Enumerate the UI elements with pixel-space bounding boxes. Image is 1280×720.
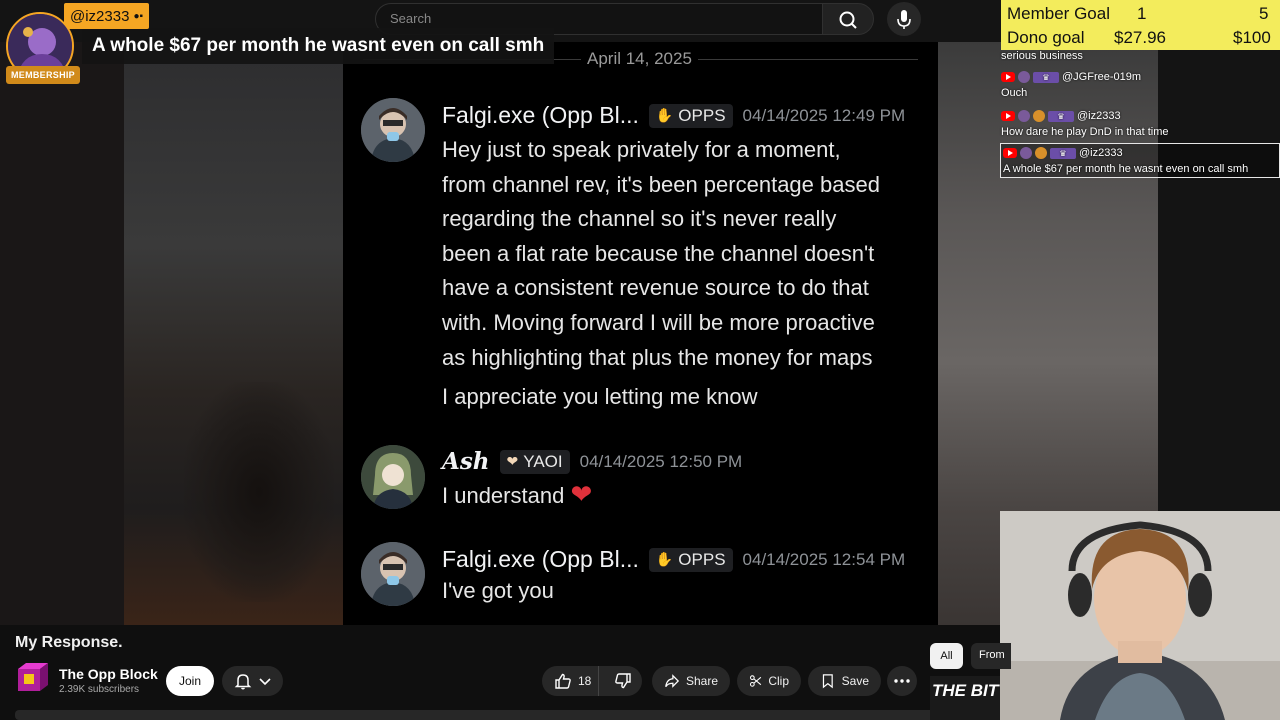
like-button[interactable]: 18 [542, 666, 599, 696]
member-badge-icon: ♛ [1033, 71, 1059, 83]
avatar [1020, 147, 1032, 159]
youtube-icon [1003, 148, 1017, 158]
like-count: 18 [578, 674, 592, 688]
member-goal-target: 5 [1259, 4, 1269, 23]
thumbnail-text: THE BITTER [932, 681, 1000, 700]
avatar [361, 445, 425, 509]
youtube-icon [1001, 72, 1015, 82]
chat-username: @iz2333 [1077, 110, 1121, 122]
membership-icon [1035, 147, 1047, 159]
chat-message: serious business [1001, 50, 1083, 62]
share-icon [665, 674, 680, 688]
join-button[interactable]: Join [166, 666, 214, 696]
search-icon [839, 11, 857, 29]
role-tag: ✋ OPPS [648, 547, 733, 572]
dono-goal-current: $27.96 [1114, 28, 1166, 47]
blurred-background-left [124, 42, 344, 625]
related-video-thumbnail[interactable]: THE BITTER [930, 676, 1000, 720]
member-goal: Member Goal 1 5 [1007, 2, 1274, 26]
member-goal-current: 1 [1137, 4, 1147, 23]
like-dislike-group: 18 [542, 666, 642, 696]
voice-search-button[interactable] [887, 2, 921, 36]
webcam-feed [1000, 511, 1280, 720]
chat-message: ♛ @iz2333 How dare he play DnD in that t… [1000, 109, 1280, 138]
badge-icons: ●▪ [133, 10, 144, 22]
avatar [1018, 110, 1030, 122]
search-button[interactable] [822, 3, 874, 35]
video-left-edge [0, 42, 124, 625]
youtube-icon [1001, 111, 1015, 121]
more-actions-button[interactable] [887, 666, 917, 696]
message-body: Hey just to speak privately for a moment… [442, 137, 880, 410]
member-badge-icon: ♛ [1048, 110, 1074, 122]
dono-goal-label: Dono goal [1007, 28, 1085, 47]
avatar [361, 98, 425, 162]
chat-overlay: serious business ♛ @JGFree-019m Ouch ♛ @… [1000, 50, 1280, 190]
avatar [1018, 71, 1030, 83]
bell-icon [234, 674, 251, 690]
chat-username: @iz2333 [1079, 147, 1123, 159]
bookmark-icon [822, 674, 833, 689]
chat-text: A whole $67 per month he wasnt even on c… [1003, 163, 1249, 175]
video-info: My Response. The Opp Block 2.39K subscri… [0, 625, 1000, 720]
heart-emoji-icon: ❤ [570, 479, 593, 509]
message-author: Falgi.exe (Opp Bl... [442, 102, 639, 128]
notifications-button[interactable] [222, 666, 283, 696]
role-icon: ✋ [655, 551, 674, 567]
dono-goal-target: $100 [1233, 28, 1271, 47]
microphone-icon [897, 10, 911, 29]
membership-badge: MEMBERSHIP [6, 66, 80, 84]
channel-avatar[interactable] [16, 663, 48, 695]
role-icon: ✋ [655, 107, 674, 123]
member-goal-label: Member Goal [1007, 4, 1110, 23]
thumbs-up-icon [555, 673, 571, 689]
alert-username: @iz2333 ●▪ [64, 3, 150, 29]
role-tag: ❤ YAOI [499, 449, 570, 474]
channel-name[interactable]: The Opp Block [59, 666, 158, 682]
message-body: I've got you [442, 578, 554, 603]
date-divider-label: April 14, 2025 [581, 49, 698, 69]
clip-button[interactable]: Clip [737, 666, 801, 696]
search-placeholder: Search [390, 11, 432, 26]
scissors-icon [749, 675, 762, 687]
chat-text: Ouch [1001, 87, 1028, 99]
share-button[interactable]: Share [652, 666, 730, 696]
heart-icon: ❤ [506, 453, 519, 469]
subscriber-count: 2.39K subscribers [59, 684, 140, 695]
message-timestamp: 04/14/2025 12:50 PM [579, 451, 743, 471]
more-horizontal-icon [894, 679, 910, 683]
discord-screenshot: April 14, 2025 Falgi.exe (Opp Bl... ✋ OPP… [343, 42, 938, 625]
goals-panel: Member Goal 1 5 Dono goal $27.96 $100 [1001, 0, 1280, 50]
chat-message: ♛ @JGFree-019m Ouch [1000, 70, 1280, 99]
save-button[interactable]: Save [808, 666, 881, 696]
avatar [361, 542, 425, 606]
description-box[interactable] [15, 710, 1000, 720]
message-author: Falgi.exe (Opp Bl... [442, 546, 639, 572]
chat-text: How dare he play DnD in that time [1001, 126, 1169, 138]
chevron-down-icon [258, 678, 271, 686]
message-timestamp: 04/14/2025 12:49 PM [742, 105, 906, 125]
membership-icon [1033, 110, 1045, 122]
video-title: My Response. [15, 634, 123, 651]
message-timestamp: 04/14/2025 12:54 PM [742, 549, 906, 569]
chip-from[interactable]: From [971, 643, 1011, 669]
dono-goal: Dono goal $27.96 $100 [1007, 26, 1274, 50]
member-badge-icon: ♛ [1050, 147, 1076, 159]
role-tag: ✋ OPPS [648, 103, 733, 128]
dislike-button[interactable] [605, 666, 642, 696]
chat-message-highlighted: ♛ @iz2333 A whole $67 per month he wasnt… [1000, 143, 1280, 178]
message-body: I understand ❤ [442, 479, 593, 509]
alert-message: A whole $67 per month he wasnt even on c… [82, 28, 555, 64]
chat-username: @JGFree-019m [1062, 71, 1142, 83]
thumbs-down-icon [615, 673, 632, 689]
chip-all[interactable]: All [930, 643, 963, 669]
message-author: Ash [442, 448, 490, 475]
